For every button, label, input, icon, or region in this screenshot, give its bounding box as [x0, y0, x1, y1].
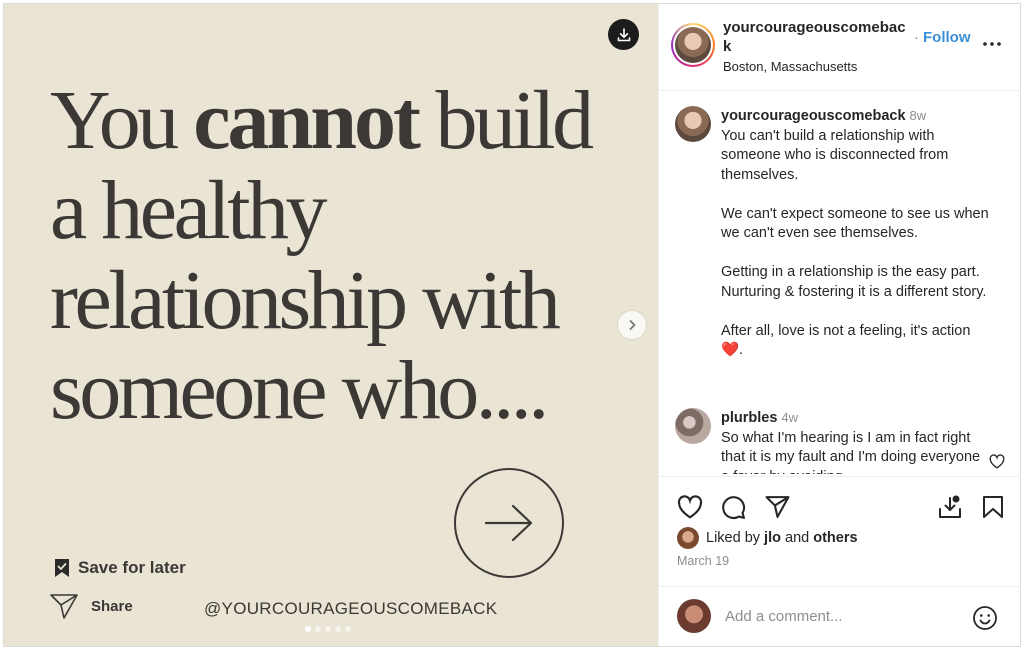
quote-line-1b: build: [417, 74, 594, 167]
commenter-avatar[interactable]: [675, 408, 711, 444]
likes-others-link[interactable]: others: [813, 530, 857, 546]
send-icon: [50, 594, 78, 619]
save-for-later: Save for later: [54, 558, 186, 578]
carousel-dot: [315, 626, 321, 632]
post-media[interactable]: You cannot build a healthy relationship …: [4, 4, 658, 646]
emoji-button[interactable]: [972, 605, 998, 636]
save-for-later-label: Save for later: [78, 558, 186, 577]
next-slide-button[interactable]: [618, 311, 646, 339]
post-actions: Liked by jlo and others March 19: [659, 476, 1021, 586]
download-save-button[interactable]: [937, 494, 963, 525]
bookmark-button[interactable]: [982, 495, 1004, 524]
carousel-dots: [305, 626, 351, 632]
caption-time[interactable]: 8w: [910, 108, 927, 123]
comment-bubble-icon: [722, 496, 746, 520]
smiley-icon: [973, 606, 997, 630]
post-date[interactable]: March 19: [677, 554, 729, 568]
carousel-dot: [305, 626, 311, 632]
quote-text: You cannot build a healthy relationship …: [50, 76, 650, 436]
bookmark-filled-icon: [55, 559, 69, 577]
post-header: yourcourageouscomeback · Follow Boston, M…: [659, 4, 1021, 91]
share-button[interactable]: [765, 495, 790, 524]
comment-button[interactable]: [721, 495, 746, 525]
author-avatar[interactable]: [671, 23, 715, 67]
caption-text: You can't build a relationship with some…: [721, 127, 989, 339]
avatar-image: [675, 27, 711, 63]
liker-username[interactable]: jlo: [764, 530, 781, 546]
post-location[interactable]: Boston, Massachusetts: [723, 59, 857, 74]
author-username[interactable]: yourcourageouscomeback: [723, 18, 909, 56]
caption-avatar[interactable]: [675, 106, 711, 142]
liked-by-prefix: Liked by: [706, 530, 761, 546]
download-tray-icon: [939, 495, 961, 518]
send-icon: [765, 496, 790, 518]
quote-line-1a: You: [50, 74, 194, 167]
arrow-right-icon: [484, 504, 533, 542]
heart-emoji: ❤️.: [721, 342, 744, 358]
carousel-dot: [325, 626, 331, 632]
caption-username[interactable]: yourcourageouscomeback: [721, 108, 906, 124]
follow-label: Follow: [923, 29, 971, 46]
more-horizontal-icon: [983, 42, 1001, 46]
heart-outline-icon: [989, 454, 1005, 469]
comment-input[interactable]: [725, 605, 965, 627]
carousel-dot: [335, 626, 341, 632]
media-handle: @YOURCOURAGEOUSCOMEBACK: [204, 599, 498, 618]
download-icon: [617, 27, 630, 41]
quote-line-4: someone who....: [50, 344, 549, 437]
share-label: Share: [91, 597, 133, 615]
comment-time[interactable]: 4w: [781, 410, 798, 425]
comment-text: So what I'm hearing is I am in fact righ…: [721, 429, 981, 475]
post-modal: You cannot build a healthy relationship …: [3, 3, 1021, 647]
comments-list[interactable]: yourcourageouscomeback 8w You can't build…: [659, 92, 1021, 474]
like-button[interactable]: [677, 495, 703, 524]
quote-line-1-bold: cannot: [193, 74, 421, 167]
quote-line-2: a healthy: [50, 164, 328, 257]
liked-by: Liked by jlo and others: [677, 527, 858, 549]
current-user-avatar: [677, 599, 711, 633]
post-sidebar: yourcourageouscomeback · Follow Boston, M…: [658, 4, 1021, 646]
share-graphic: Share: [49, 592, 133, 620]
liked-joiner: and: [785, 530, 810, 546]
download-button[interactable]: [608, 19, 639, 50]
heart-outline-icon: [677, 495, 703, 519]
add-comment-bar: [659, 586, 1021, 646]
more-options-button[interactable]: [983, 30, 1001, 53]
quote-line-3: relationship with: [50, 254, 561, 347]
chevron-right-icon: [629, 320, 636, 330]
follow-button[interactable]: · Follow: [914, 29, 971, 46]
liker-avatar[interactable]: [677, 527, 699, 549]
commenter-username[interactable]: plurbles: [721, 410, 777, 426]
like-comment-button[interactable]: [989, 454, 1005, 474]
arrow-circle-graphic: [454, 468, 564, 578]
carousel-dot: [345, 626, 351, 632]
bookmark-icon: [983, 496, 1003, 518]
